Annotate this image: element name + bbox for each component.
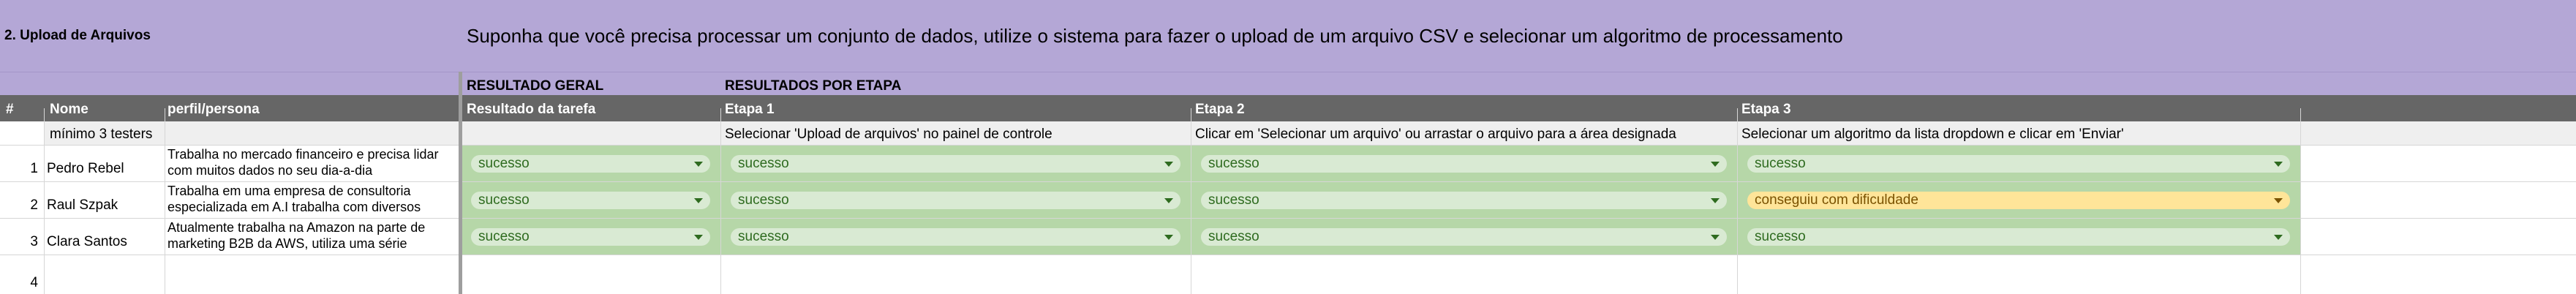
tester-persona[interactable]: Trabalha em uma empresa de consultoria e… [165,181,461,218]
group-header-overall: RESULTADO GERAL [467,78,604,94]
chevron-down-icon [1164,234,1173,240]
grid-line [720,108,721,294]
column-header-name[interactable]: Nome [44,95,165,121]
chevron-down-icon [694,161,703,167]
group-header-stages-cell[interactable]: RESULTADOS POR ETAPA [720,72,2576,95]
section-title-cell[interactable]: 2. Upload de Arquivos [0,0,461,72]
instruction-testers[interactable]: mínimo 3 testers [44,121,165,145]
instruction-stage2[interactable]: Clicar em 'Selecionar um arquivo' ou arr… [1191,121,1737,145]
row-number: 1 [30,161,38,176]
grid-line [1737,108,1738,294]
stage2-dropdown[interactable]: sucesso [1191,181,1737,218]
stage3-dropdown[interactable]: sucesso [1737,145,2300,181]
chevron-down-icon [2274,197,2283,203]
task-result-dropdown[interactable]: sucesso [461,145,720,181]
grid-line [0,218,2576,219]
stage1-dropdown[interactable]: sucesso [720,181,1191,218]
grid-line [0,181,2576,182]
group-header-stages: RESULTADOS POR ETAPA [725,78,902,94]
spreadsheet: 2. Upload de Arquivos Suponha que você p… [0,0,2576,294]
chevron-down-icon [694,197,703,203]
stage2-dropdown[interactable]: sucesso [1191,218,1737,255]
column-header-stage2[interactable]: Etapa 2 [1191,95,1737,121]
stage3-dropdown[interactable]: conseguiu com dificuldade [1737,181,2300,218]
grid-line [44,108,45,294]
column-header-task-result[interactable]: Resultado da tarefa [461,95,720,121]
chevron-down-icon [2274,234,2283,240]
stage3-dropdown[interactable]: sucesso [1737,218,2300,255]
row-number: 2 [30,197,38,213]
stage2-dropdown[interactable]: sucesso [1191,145,1737,181]
column-header-num[interactable]: # [0,95,44,121]
chevron-down-icon [1711,161,1720,167]
frozen-column-divider[interactable] [459,72,462,294]
row-number: 4 [30,275,38,290]
column-header-persona[interactable]: perfil/persona [165,95,461,121]
instruction-stage1[interactable]: Selecionar 'Upload de arquivos' no paine… [720,121,1191,145]
tester-persona[interactable]: Atualmente trabalha na Amazon na parte d… [165,218,461,255]
grid-line [2300,108,2301,294]
group-header-empty[interactable] [0,72,461,95]
row-number: 3 [30,234,38,249]
chevron-down-icon [1711,234,1720,240]
chevron-down-icon [1164,197,1173,203]
stage1-dropdown[interactable]: sucesso [720,145,1191,181]
grid-line [0,145,2576,146]
chevron-down-icon [1164,161,1173,167]
chevron-down-icon [694,234,703,240]
tester-name[interactable]: Clara Santos [44,218,165,255]
task-result-dropdown[interactable]: sucesso [461,218,720,255]
column-header-stage1[interactable]: Etapa 1 [720,95,1191,121]
tester-name[interactable]: Raul Szpak [44,181,165,218]
section-title: 2. Upload de Arquivos [4,28,151,43]
task-result-dropdown[interactable]: sucesso [461,181,720,218]
task-prompt: Suponha que você precisa processar um co… [467,25,1843,47]
tester-persona[interactable]: Trabalha no mercado financeiro e precisa… [165,145,461,181]
stage1-dropdown[interactable]: sucesso [720,218,1191,255]
instruction-stage3[interactable]: Selecionar um algoritmo da lista dropdow… [1737,121,2300,145]
chevron-down-icon [2274,161,2283,167]
task-prompt-cell[interactable]: Suponha que você precisa processar um co… [461,0,2576,72]
tester-name[interactable]: Pedro Rebel [44,145,165,181]
chevron-down-icon [1711,197,1720,203]
group-header-overall-cell[interactable]: RESULTADO GERAL [461,72,720,95]
column-header-stage3[interactable]: Etapa 3 [1737,95,2300,121]
